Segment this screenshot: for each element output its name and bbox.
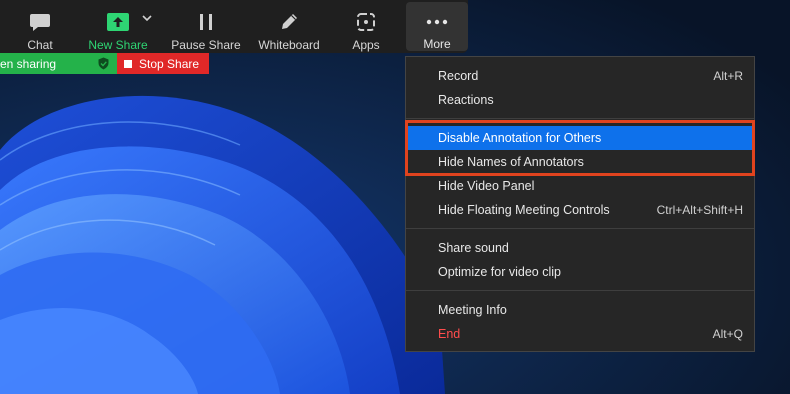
stop-share-button[interactable]: Stop Share	[117, 53, 209, 74]
new-share-button[interactable]: New Share	[86, 0, 150, 53]
more-menu: Record Alt+R Reactions Disable Annotatio…	[405, 56, 755, 352]
shield-icon	[98, 57, 109, 73]
menu-item-hide-video-panel[interactable]: Hide Video Panel	[406, 174, 754, 198]
menu-item-label: Optimize for video clip	[438, 265, 561, 279]
menu-divider	[406, 118, 754, 119]
menu-item-optimize-video[interactable]: Optimize for video clip	[406, 260, 754, 284]
ellipsis-icon	[426, 9, 448, 34]
menu-item-label: Meeting Info	[438, 303, 507, 317]
sharing-status-text: en sharing	[0, 56, 57, 71]
whiteboard-button[interactable]: Whiteboard	[254, 0, 324, 53]
menu-item-end[interactable]: End Alt+Q	[406, 322, 754, 346]
menu-item-label: Share sound	[438, 241, 509, 255]
new-share-label: New Share	[88, 38, 148, 52]
menu-item-label: Disable Annotation for Others	[438, 131, 602, 145]
meeting-toolbar: Chat New Share Pause Share Whiteboard Ap…	[0, 0, 468, 53]
menu-item-shortcut: Ctrl+Alt+Shift+H	[656, 203, 743, 217]
pencil-icon	[279, 9, 299, 35]
pause-share-label: Pause Share	[171, 38, 241, 52]
menu-item-shortcut: Alt+R	[713, 69, 743, 83]
menu-item-hide-floating-controls[interactable]: Hide Floating Meeting Controls Ctrl+Alt+…	[406, 198, 754, 222]
menu-divider	[406, 290, 754, 291]
chevron-down-icon[interactable]	[142, 9, 152, 27]
apps-button[interactable]: Apps	[344, 0, 388, 53]
whiteboard-label: Whiteboard	[258, 38, 320, 52]
pause-share-button[interactable]: Pause Share	[170, 0, 242, 53]
menu-item-label: Hide Floating Meeting Controls	[438, 203, 610, 217]
pause-icon	[198, 9, 214, 35]
more-label: More	[423, 37, 451, 51]
menu-item-label: End	[438, 327, 461, 341]
screen-share-bar: en sharing Stop Share	[0, 53, 209, 74]
chat-label: Chat	[27, 38, 53, 52]
menu-item-label: Record	[438, 69, 479, 83]
menu-item-shortcut: Alt+Q	[712, 327, 743, 341]
menu-item-disable-annotation[interactable]: Disable Annotation for Others	[406, 126, 754, 150]
stop-share-label: Stop Share	[139, 56, 200, 71]
menu-item-reactions[interactable]: Reactions	[406, 88, 754, 112]
menu-item-meeting-info[interactable]: Meeting Info	[406, 298, 754, 322]
menu-item-record[interactable]: Record Alt+R	[406, 64, 754, 88]
menu-item-hide-annotator-names[interactable]: Hide Names of Annotators	[406, 150, 754, 174]
menu-divider	[406, 228, 754, 229]
chat-button[interactable]: Chat	[16, 0, 64, 53]
menu-item-share-sound[interactable]: Share sound	[406, 236, 754, 260]
apps-icon	[356, 9, 376, 35]
chat-icon	[29, 9, 51, 35]
stop-icon	[124, 59, 132, 68]
menu-item-label: Reactions	[438, 93, 494, 107]
sharing-status: en sharing	[0, 53, 117, 74]
more-button[interactable]: More	[406, 2, 468, 51]
menu-item-label: Hide Video Panel	[438, 179, 535, 193]
share-arrow-icon	[107, 9, 129, 35]
menu-item-label: Hide Names of Annotators	[438, 155, 584, 169]
apps-label: Apps	[352, 38, 380, 52]
